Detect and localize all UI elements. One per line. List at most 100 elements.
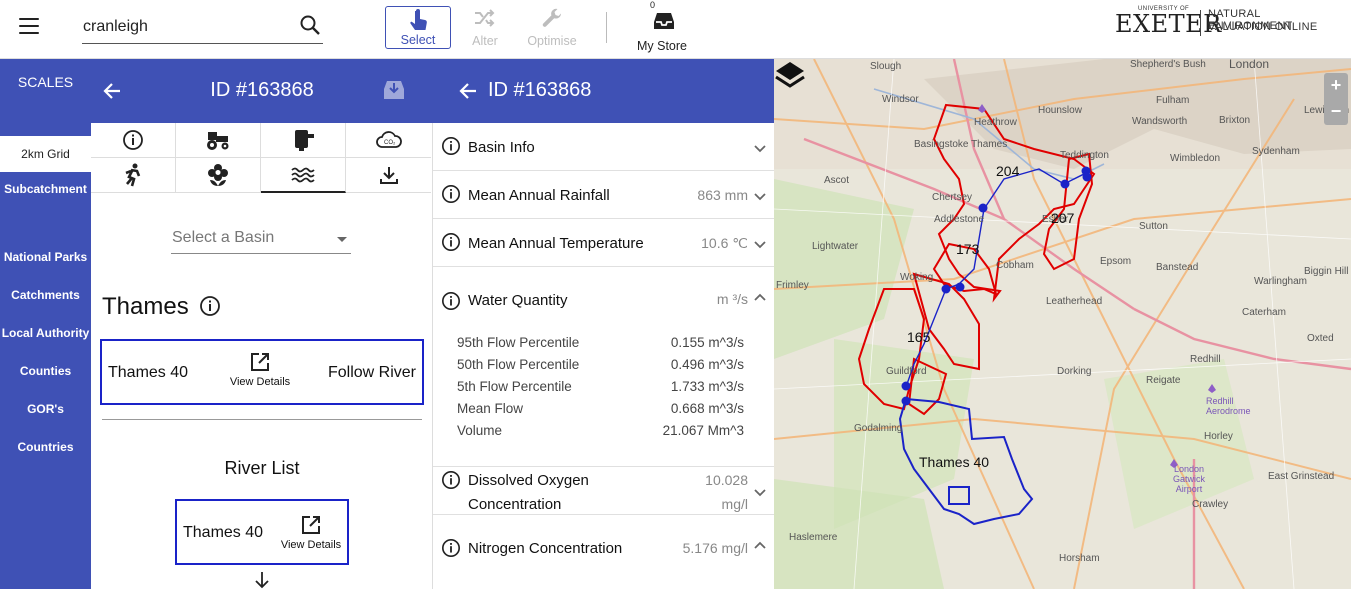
zoom-in-button[interactable]: + (1324, 73, 1348, 99)
info-icon[interactable] (199, 295, 221, 317)
search-input[interactable]: cranleigh (83, 18, 148, 36)
tab-biodiversity[interactable] (176, 158, 261, 193)
map-label-ascot: Ascot (824, 175, 850, 186)
map-view[interactable]: Slough Shepherd's Bush London Windsor Ho… (774, 59, 1351, 589)
tab-water-supply[interactable] (261, 123, 346, 158)
basin-label-thames-40: Thames 40 (919, 454, 990, 470)
scale-item-subcatchment[interactable]: Subcatchment (0, 182, 91, 196)
chevron-down-icon (754, 145, 766, 153)
map-label-london: London (1229, 59, 1270, 71)
scales-title: SCALES (17, 74, 74, 90)
basin-label-204: 204 (996, 163, 1020, 179)
basin-name-title: Thames (102, 293, 189, 320)
layers-icon[interactable] (774, 59, 806, 91)
map-label-teddington: Teddington (1060, 150, 1109, 161)
rainfall-label: Mean Annual Rainfall (468, 187, 610, 204)
basin-label-207: 207 (1051, 210, 1075, 226)
scale-item-gors[interactable]: GOR's (0, 402, 91, 416)
dissolved-oxygen-label: Dissolved Oxygen (468, 472, 589, 489)
map-label-fulham: Fulham (1156, 95, 1190, 106)
open-external-icon (251, 353, 269, 371)
scale-item-catchments[interactable]: Catchments (0, 288, 91, 302)
basin-info-label: Basin Info (468, 139, 535, 156)
chevron-down-icon (754, 241, 766, 249)
running-person-icon (125, 163, 141, 187)
water-quantity-label: Water Quantity (468, 292, 568, 309)
optimise-tool-button[interactable]: Optimise (519, 6, 585, 49)
map-label-shepherds-bush: Shepherd's Bush (1130, 59, 1206, 70)
scale-item-counties[interactable]: Counties (0, 364, 91, 378)
top-toolbar: cranleigh Select Alter Optimise 0 My Sto… (0, 0, 1351, 59)
wq-value-5: 21.067 Mm^3 (662, 423, 744, 438)
menu-icon[interactable] (19, 18, 39, 34)
store-count-badge: 0 (650, 0, 656, 10)
map-label-woking: Woking (900, 272, 934, 283)
dissolved-oxygen-value: 10.028 (705, 472, 748, 488)
info-icon (442, 292, 460, 310)
map-label-heathrow: Heathrow (974, 117, 1017, 128)
wq-value-1: 0.155 m^3/s (670, 335, 744, 350)
basin-select[interactable]: Select a Basin (171, 224, 351, 254)
water-quantity-row[interactable]: Water Quantity m ³/s 95th Flow Percentil… (433, 267, 774, 467)
alter-tool-button[interactable]: Alter (452, 6, 518, 49)
my-store-button[interactable]: 0 My Store (627, 0, 697, 58)
toolbar-divider (606, 12, 607, 43)
tab-carbon[interactable]: CO₂ (346, 123, 431, 158)
wq-label-3: 5th Flow Percentile (457, 379, 572, 394)
nitrogen-value: 5.176 mg/l (682, 540, 748, 556)
nitrogen-row[interactable]: Nitrogen Concentration 5.176 mg/l (433, 515, 774, 565)
search-icon[interactable] (299, 14, 321, 36)
shuffle-icon (475, 9, 495, 27)
left-panel-header: ID #163868 (91, 59, 433, 123)
map-label-wimbledon: Wimbledon (1170, 153, 1221, 164)
inbox-icon (654, 13, 674, 29)
tab-agriculture[interactable] (176, 123, 261, 158)
exeter-logo: UNIVERSITY OF EXETER NATURAL ENVIRONMENT… (1113, 4, 1348, 40)
logo-line-2: VALUATION ONLINE (1208, 21, 1318, 33)
wq-label-4: Mean Flow (457, 401, 524, 416)
map-label-addlestone: Addlestone (934, 214, 985, 225)
right-panel-title: ID #163868 (488, 79, 592, 101)
wq-label-1: 95th Flow Percentile (457, 335, 580, 350)
waves-icon (291, 167, 315, 182)
cloud-co2-icon: CO₂ (375, 131, 402, 148)
view-details-button[interactable]: View Details (278, 514, 344, 551)
left-panel: ID #163868 CO₂ Select a Basin Thames Tha… (91, 59, 433, 589)
dissolved-oxygen-row[interactable]: Dissolved Oxygen Concentration 10.028 mg… (433, 467, 774, 515)
map-label-haslemere: Haslemere (789, 532, 838, 543)
basin-info-row[interactable]: Basin Info (433, 123, 774, 171)
tab-water[interactable] (261, 158, 346, 193)
touch-icon (410, 9, 427, 30)
map-label-gatwick: London Gatwick Airport (1172, 464, 1205, 494)
rainfall-value: 863 mm (697, 187, 748, 203)
download-tray-icon[interactable] (381, 77, 407, 103)
scale-item-local-authority[interactable]: Local Authority (0, 326, 91, 340)
temperature-label: Mean Annual Temperature (468, 235, 644, 252)
map-label-warlingham: Warlingham (1254, 276, 1307, 287)
map-label-frimley: Frimley (776, 280, 809, 291)
alter-tool-label: Alter (472, 34, 498, 48)
view-details-button[interactable]: View Details (227, 351, 293, 388)
scale-item-countries[interactable]: Countries (0, 440, 91, 454)
back-arrow-icon[interactable] (458, 81, 478, 101)
tab-info[interactable] (91, 123, 176, 158)
scale-item-national-parks[interactable]: National Parks (0, 250, 91, 264)
rainfall-row[interactable]: Mean Annual Rainfall 863 mm (433, 171, 774, 219)
map-canvas[interactable] (774, 59, 1351, 589)
search-box[interactable]: cranleigh (82, 13, 323, 44)
temperature-row[interactable]: Mean Annual Temperature 10.6 ℃ (433, 219, 774, 267)
follow-river-button[interactable]: Follow River (328, 364, 416, 382)
map-label-horsham: Horsham (1059, 553, 1100, 564)
scale-item-2km-grid[interactable]: 2km Grid (0, 136, 91, 172)
wrench-icon (542, 8, 562, 27)
tab-recreation[interactable] (91, 158, 176, 193)
select-tool-button[interactable]: Select (385, 6, 451, 49)
map-label-crawley: Crawley (1192, 499, 1229, 510)
optimise-tool-label: Optimise (527, 34, 577, 48)
map-label-guildford: Guildford (886, 366, 927, 377)
chevron-down-icon (754, 193, 766, 201)
map-label-basin-upon-thames: Basingstoke Thames (914, 139, 1008, 150)
zoom-out-button[interactable]: − (1324, 99, 1348, 125)
tab-download[interactable] (346, 158, 431, 193)
map-label-biggin-hill: Biggin Hill (1304, 266, 1349, 277)
